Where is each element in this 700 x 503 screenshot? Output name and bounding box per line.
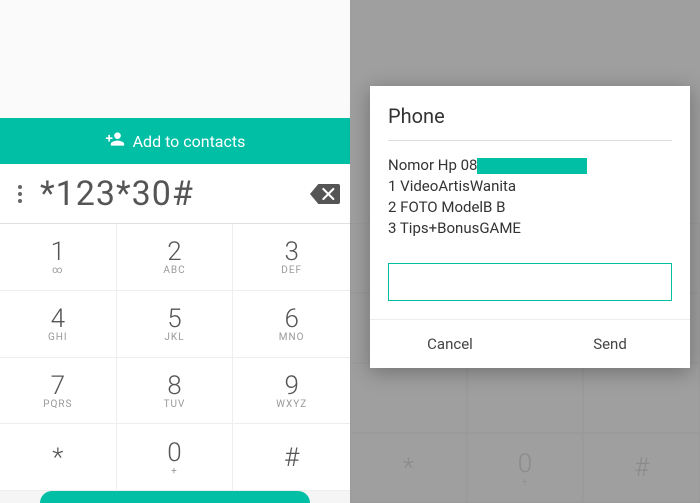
add-contact-icon — [105, 129, 125, 153]
key-6[interactable]: 6MNO — [233, 291, 350, 358]
dialer-screen: Add to contacts *123*30# 1∞ 2ABC 3DEF 4G… — [0, 0, 350, 503]
dialog-actions: Cancel Send — [370, 319, 690, 368]
key-7[interactable]: 7PQRS — [0, 358, 117, 425]
key-1[interactable]: 1∞ — [0, 224, 117, 291]
key-star[interactable]: * — [0, 424, 117, 491]
number-display-row: *123*30# — [0, 164, 350, 224]
call-button[interactable] — [40, 491, 310, 503]
menu-line-1: 1 VideoArtisWanita — [388, 176, 672, 197]
ussd-response-screen: * 0+ # Phone Nomor Hp 08 1 VideoArtisWan… — [350, 0, 700, 503]
menu-line-3: 3 Tips+BonusGAME — [388, 218, 672, 239]
key-4[interactable]: 4GHI — [0, 291, 117, 358]
cancel-button[interactable]: Cancel — [370, 320, 530, 368]
send-button[interactable]: Send — [530, 320, 690, 368]
key-3[interactable]: 3DEF — [233, 224, 350, 291]
dialog-title: Phone — [388, 104, 672, 141]
ussd-input[interactable] — [388, 263, 672, 301]
dialed-number: *123*30# — [40, 174, 300, 214]
key-0[interactable]: 0+ — [117, 424, 234, 491]
key-5[interactable]: 5JKL — [117, 291, 234, 358]
key-8[interactable]: 8TUV — [117, 358, 234, 425]
dialog-body: Nomor Hp 08 1 VideoArtisWanita 2 FOTO Mo… — [388, 141, 672, 249]
add-to-contacts-label: Add to contacts — [133, 132, 246, 151]
overflow-menu-icon[interactable] — [0, 192, 40, 196]
redacted-number — [477, 158, 587, 174]
key-hash[interactable]: # — [233, 424, 350, 491]
key-9[interactable]: 9WXYZ — [233, 358, 350, 425]
keypad: 1∞ 2ABC 3DEF 4GHI 5JKL 6MNO 7PQRS 8TUV 9… — [0, 224, 350, 491]
ussd-dialog: Phone Nomor Hp 08 1 VideoArtisWanita 2 F… — [370, 86, 690, 368]
backspace-icon — [310, 183, 340, 205]
dialog-input-wrap — [388, 263, 672, 301]
backspace-button[interactable] — [300, 183, 350, 205]
add-to-contacts-button[interactable]: Add to contacts — [0, 118, 350, 164]
body-prefix: Nomor Hp 08 — [388, 156, 477, 174]
key-2[interactable]: 2ABC — [117, 224, 234, 291]
spacer — [0, 0, 350, 118]
menu-line-2: 2 FOTO ModelB B — [388, 197, 672, 218]
